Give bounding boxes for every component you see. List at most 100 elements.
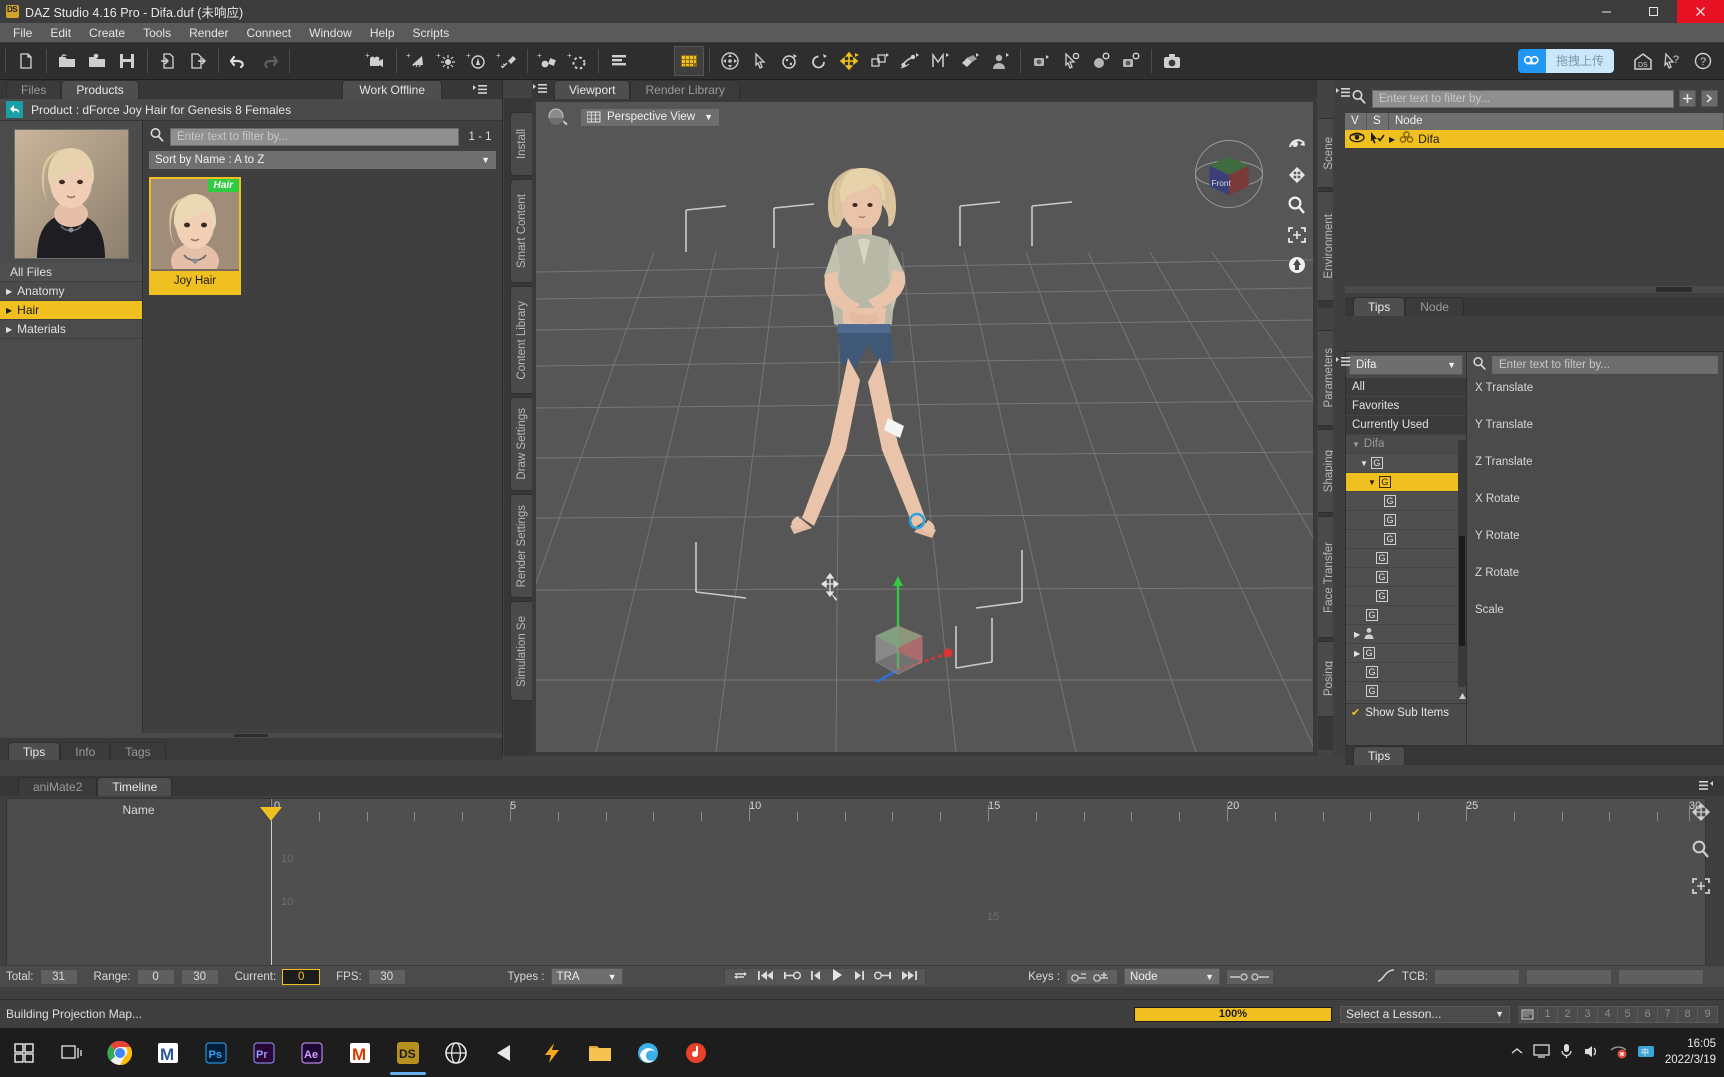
add-distant-light-icon[interactable]: + [402,46,432,76]
range-end-field[interactable]: 30 [180,968,219,985]
work-offline-button[interactable]: Work Offline [342,80,442,99]
open-folder-icon[interactable] [52,46,82,76]
menu-file[interactable]: File [4,24,41,42]
edge-icon[interactable] [624,1028,672,1077]
property-row-z-translate[interactable]: Z Translate [1467,452,1723,489]
export-icon[interactable] [183,46,213,76]
vtab-simulation-settings[interactable]: Simulation Se [510,601,532,701]
frame-icon[interactable] [1284,222,1310,248]
undo-icon[interactable] [224,46,254,76]
lesson-step[interactable]: 9 [1698,1005,1718,1023]
search-icon[interactable] [149,127,165,146]
param-node-row[interactable]: G [1346,606,1466,625]
rotate-alt-icon[interactable] [805,46,835,76]
lesson-step[interactable]: 7 [1658,1005,1678,1023]
property-row-x-translate[interactable]: X Translate [1467,378,1723,415]
param-node-row[interactable]: G [1346,492,1466,511]
playhead-marker[interactable] [260,807,282,821]
back-arrow-icon[interactable] [6,101,23,118]
tab-products[interactable]: Products [61,80,139,99]
add-null-icon[interactable]: + [563,46,593,76]
timeline-options-icon[interactable] [1698,779,1714,796]
draw-style-icon[interactable] [546,106,572,129]
maximize-button[interactable] [1630,0,1677,23]
browser-icon[interactable] [432,1028,480,1077]
sort-selector[interactable]: Sort by Name : A to Z ▼ [149,151,496,169]
chevron-right-icon[interactable]: ▶ [1389,135,1395,144]
vtab-install[interactable]: Install [510,112,532,176]
tcb-field-2[interactable] [1526,968,1613,985]
outlook-icon[interactable]: M [336,1028,384,1077]
key-nav-buttons[interactable] [1226,968,1275,985]
fps-field[interactable]: 30 [367,968,406,985]
keys-buttons[interactable] [1066,968,1119,985]
new-file-icon[interactable] [11,46,41,76]
tab-files[interactable]: Files [6,80,62,99]
lesson-step[interactable]: 3 [1578,1005,1598,1023]
scene-menu-icon[interactable] [1335,86,1710,103]
property-search-input[interactable] [1492,356,1718,374]
timeline-key-area[interactable]: 10 10 15 [271,821,1705,977]
vtab-render-settings[interactable]: Render Settings [510,494,532,598]
panel-options-icon[interactable] [532,82,1303,99]
universal-manipulator-icon[interactable] [715,46,745,76]
zoom-keys-icon[interactable] [1690,839,1712,862]
property-row-y-rotate[interactable]: Y Rotate [1467,526,1723,563]
add-spotlight-icon[interactable]: + [462,46,492,76]
node-selection-icon[interactable] [745,46,775,76]
menu-connect[interactable]: Connect [237,24,300,42]
add-camera-icon[interactable]: + [361,46,391,76]
lesson-icon[interactable] [1518,1005,1538,1023]
lesson-step[interactable]: 6 [1638,1005,1658,1023]
property-row-z-rotate[interactable]: Z Rotate [1467,563,1723,600]
redo-icon[interactable] [254,46,284,76]
interpolation-icon[interactable] [1376,968,1396,986]
param-node-row[interactable]: G [1346,587,1466,606]
first-frame-icon[interactable] [758,970,774,984]
lesson-step[interactable]: 4 [1598,1005,1618,1023]
total-field[interactable]: 31 [39,968,78,985]
lesson-step[interactable]: 1 [1538,1005,1558,1023]
lesson-step[interactable]: 5 [1618,1005,1638,1023]
surface-selection-icon[interactable] [674,46,704,76]
menu-scripts[interactable]: Scripts [404,24,459,42]
asset-item[interactable]: Hair Joy Hair [149,177,241,295]
vtab-draw-settings[interactable]: Draw Settings [510,397,532,491]
param-node-row[interactable]: G [1346,701,1466,703]
param-node-row-person[interactable]: ▶ [1346,625,1466,644]
aux-viewport-icon[interactable] [1056,46,1086,76]
category-all-files[interactable]: All Files [0,263,142,282]
reset-icon[interactable] [1284,252,1310,278]
range-start-field[interactable]: 0 [136,968,175,985]
zoom-icon[interactable] [1284,192,1310,218]
horizontal-splitter[interactable] [0,733,502,738]
param-node-row[interactable]: G [1346,663,1466,682]
tab-tips[interactable]: Tips [1353,297,1406,316]
param-group-difa[interactable]: ▼ Difa [1346,435,1466,454]
property-row-scale[interactable]: Scale [1467,600,1723,637]
param-group-all[interactable]: All [1346,378,1466,397]
after-effects-icon[interactable]: Ae [288,1028,336,1077]
rotate-icon[interactable] [775,46,805,76]
menu-edit[interactable]: Edit [41,24,80,42]
transform-gizmo[interactable] [836,552,966,682]
tab-tips[interactable]: Tips [1353,746,1406,765]
add-linear-light-icon[interactable]: + [492,46,522,76]
input-method-icon[interactable]: 中 [1637,1044,1655,1062]
render-settings-icon[interactable] [1086,46,1116,76]
layers-icon[interactable] [604,46,634,76]
show-sub-items-row[interactable]: ✔ Show Sub Items [1346,703,1466,721]
param-node-row[interactable]: ▼ G [1346,454,1466,473]
windows-start-icon[interactable] [0,1028,48,1077]
add-primitive-icon[interactable]: + [533,46,563,76]
search-icon[interactable] [1472,356,1487,374]
param-node-row[interactable]: G [1346,568,1466,587]
tab-info[interactable]: Info [60,742,111,760]
tab-tags[interactable]: Tags [110,742,166,760]
view-selector[interactable]: Perspective View ▼ [580,107,720,127]
eye-icon[interactable] [1349,132,1365,146]
parameter-list-scrollbar[interactable] [1458,440,1466,687]
premiere-icon[interactable]: Pr [240,1028,288,1077]
play-icon[interactable] [832,969,843,984]
screen-icon[interactable] [1533,1043,1550,1062]
